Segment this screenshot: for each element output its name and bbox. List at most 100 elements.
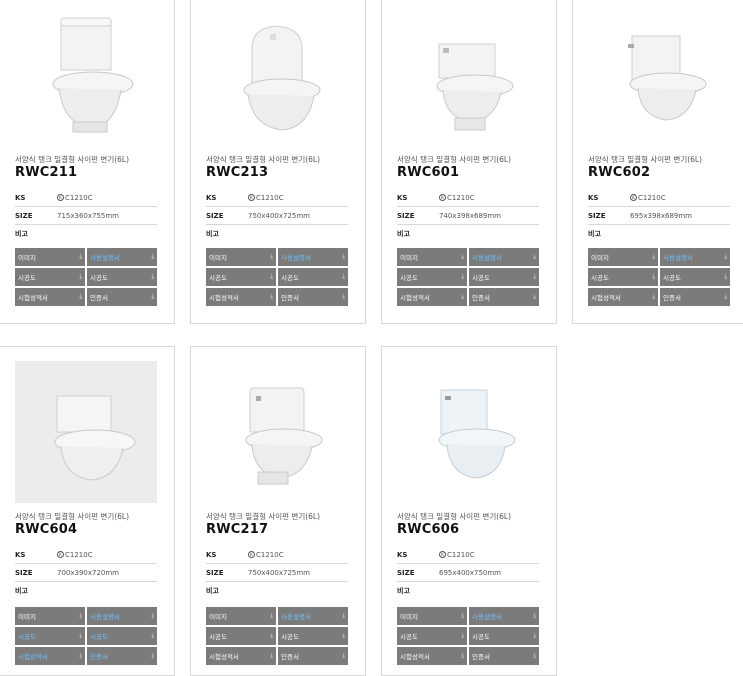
download-button[interactable]: 사용설명서 ⤓: [87, 248, 157, 266]
spec-label: SIZE: [206, 568, 224, 577]
product-model: RWC604: [15, 522, 78, 537]
spec-label: KS: [206, 550, 217, 559]
product-image[interactable]: [397, 7, 539, 149]
download-button[interactable]: 이미지 ⤓: [206, 607, 276, 625]
download-grid: 이미지 ⤓ 사용설명서 ⤓ 시공도 ⤓ 시공도 ⤓ 시험성적서 ⤓ 인증서 ⤓: [397, 248, 539, 306]
spec-value: 740x398x689mm: [439, 211, 502, 220]
download-arrow-icon: ⤓: [724, 273, 727, 280]
download-label: 시험성적서: [400, 294, 430, 302]
download-button[interactable]: 인증서 ⤓: [278, 647, 348, 665]
product-card-rwc604[interactable]: 서양식 탱크 밀결형 사이펀 변기(6L) RWC604 KS K C1210C S…: [0, 346, 175, 676]
download-button[interactable]: 시공도 ⤓: [660, 268, 730, 286]
spec-row-ks: KS K C1210C: [588, 189, 730, 207]
download-button[interactable]: 시공도 ⤓: [278, 627, 348, 645]
download-button[interactable]: 인증서 ⤓: [278, 288, 348, 306]
download-button[interactable]: 시험성적서 ⤓: [15, 647, 85, 665]
download-button[interactable]: 시공도 ⤓: [206, 268, 276, 286]
product-subtitle: 서양식 탱크 밀결형 사이펀 변기(6L): [206, 155, 321, 164]
download-button[interactable]: 인증서 ⤓: [469, 647, 539, 665]
spec-value: K C1210C: [248, 551, 284, 559]
download-label: 사용설명서: [281, 613, 311, 621]
download-button[interactable]: 시공도 ⤓: [87, 627, 157, 645]
download-arrow-icon: ⤓: [533, 632, 536, 639]
download-label: 사용설명서: [90, 254, 120, 262]
product-card-rwc211[interactable]: 서양식 탱크 밀결형 사이펀 변기(6L) RWC211 KS K C1210C S…: [0, 0, 175, 324]
ks-value: C1210C: [447, 550, 475, 559]
product-model: RWC606: [397, 522, 460, 537]
download-button[interactable]: 사용설명서 ⤓: [278, 607, 348, 625]
spec-value: K C1210C: [57, 194, 93, 202]
download-button[interactable]: 사용설명서 ⤓: [278, 248, 348, 266]
download-button[interactable]: 시험성적서 ⤓: [206, 647, 276, 665]
download-button[interactable]: 시공도 ⤓: [15, 627, 85, 645]
download-label: 시공도: [591, 274, 609, 282]
download-button[interactable]: 이미지 ⤓: [397, 607, 467, 625]
download-button[interactable]: 시험성적서 ⤓: [397, 288, 467, 306]
product-image[interactable]: [588, 7, 730, 149]
product-image[interactable]: [206, 7, 348, 149]
download-button[interactable]: 사용설명서 ⤓: [660, 248, 730, 266]
download-label: 이미지: [591, 254, 609, 262]
download-button[interactable]: 시험성적서 ⤓: [206, 288, 276, 306]
download-button[interactable]: 이미지 ⤓: [15, 607, 85, 625]
download-button[interactable]: 인증서 ⤓: [660, 288, 730, 306]
download-button[interactable]: 이미지 ⤓: [15, 248, 85, 266]
ks-value: C1210C: [65, 193, 93, 202]
download-button[interactable]: 시공도 ⤓: [469, 627, 539, 645]
product-card-rwc213[interactable]: 서양식 탱크 밀결형 사이펀 변기(6L) RWC213 KS K C1210C S…: [190, 0, 366, 324]
download-button[interactable]: 시공도 ⤓: [588, 268, 658, 286]
product-card-rwc217[interactable]: 서양식 탱크 밀결형 사이펀 변기(6L) RWC217 KS K C1210C S…: [190, 346, 366, 676]
download-button[interactable]: 시공도 ⤓: [397, 268, 467, 286]
spec-row-size: SIZE 750x400x725mm: [206, 207, 348, 225]
product-image[interactable]: [15, 7, 157, 149]
ks-mark-icon: K: [248, 551, 255, 558]
download-button[interactable]: 사용설명서 ⤓: [469, 607, 539, 625]
download-label: 이미지: [400, 613, 418, 621]
download-label: 시공도: [18, 274, 36, 282]
spec-label: 비고: [397, 587, 410, 595]
ks-mark-icon: K: [439, 194, 446, 201]
product-subtitle: 서양식 탱크 밀결형 사이펀 변기(6L): [15, 155, 130, 164]
product-image[interactable]: [206, 361, 348, 503]
download-button[interactable]: 사용설명서 ⤓: [87, 607, 157, 625]
download-button[interactable]: 인증서 ⤓: [87, 647, 157, 665]
download-label: 사용설명서: [281, 254, 311, 262]
product-subtitle: 서양식 탱크 밀결형 사이펀 변기(6L): [206, 512, 321, 521]
download-arrow-icon: ⤓: [151, 652, 154, 659]
download-button[interactable]: 인증서 ⤓: [87, 288, 157, 306]
download-button[interactable]: 시험성적서 ⤓: [15, 288, 85, 306]
download-button[interactable]: 사용설명서 ⤓: [469, 248, 539, 266]
download-button[interactable]: 시공도 ⤓: [278, 268, 348, 286]
toilet-image: [52, 17, 134, 133]
spec-label: KS: [206, 193, 217, 202]
spec-label: 비고: [15, 230, 28, 238]
download-label: 시공도: [472, 633, 490, 641]
download-button[interactable]: 시험성적서 ⤓: [397, 647, 467, 665]
download-arrow-icon: ⤓: [461, 632, 464, 639]
download-button[interactable]: 시공도 ⤓: [206, 627, 276, 645]
product-card-rwc601[interactable]: 서양식 탱크 밀결형 사이펀 변기(6L) RWC601 KS K C1210C S…: [381, 0, 557, 324]
product-image[interactable]: [397, 361, 539, 503]
download-button[interactable]: 이미지 ⤓: [206, 248, 276, 266]
download-label: 인증서: [472, 294, 490, 302]
download-button[interactable]: 인증서 ⤓: [469, 288, 539, 306]
spec-row-remark: 비고: [397, 225, 539, 243]
download-button[interactable]: 시공도 ⤓: [87, 268, 157, 286]
download-button[interactable]: 시공도 ⤓: [15, 268, 85, 286]
spec-label: 비고: [206, 587, 219, 595]
product-image[interactable]: [15, 361, 157, 503]
download-arrow-icon: ⤓: [342, 612, 345, 619]
download-arrow-icon: ⤓: [151, 293, 154, 300]
toilet-image: [436, 43, 514, 131]
download-button[interactable]: 시공도 ⤓: [469, 268, 539, 286]
download-button[interactable]: 시험성적서 ⤓: [588, 288, 658, 306]
spec-label: KS: [15, 550, 26, 559]
download-button[interactable]: 이미지 ⤓: [397, 248, 467, 266]
download-arrow-icon: ⤓: [533, 253, 536, 260]
download-button[interactable]: 시공도 ⤓: [397, 627, 467, 645]
download-button[interactable]: 이미지 ⤓: [588, 248, 658, 266]
download-label: 시공도: [90, 633, 108, 641]
download-arrow-icon: ⤓: [151, 253, 154, 260]
product-card-rwc606[interactable]: 서양식 탱크 밀결형 사이펀 변기(6L) RWC606 KS K C1210C S…: [381, 346, 557, 676]
product-card-rwc602[interactable]: 서양식 탱크 밀결형 사이펀 변기(6L) RWC602 KS K C1210C S…: [572, 0, 743, 324]
